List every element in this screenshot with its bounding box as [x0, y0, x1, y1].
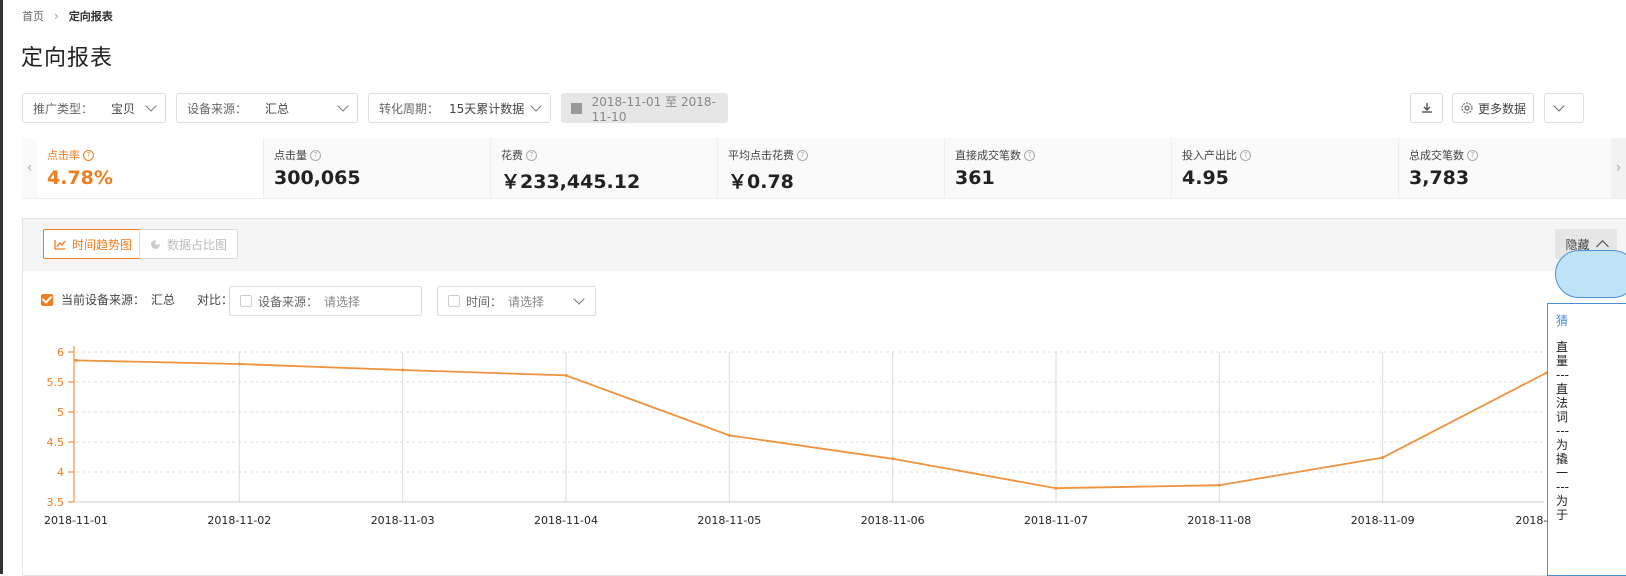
series-point: [1217, 483, 1221, 487]
series-point: [74, 358, 78, 362]
tooltip-line: 一: [1556, 466, 1569, 480]
series-point: [401, 368, 405, 372]
tooltip-line: ---: [1556, 424, 1569, 438]
x-tick-label: 2018-11-01: [44, 514, 108, 527]
x-tick-label: 2018-11-07: [1024, 514, 1088, 527]
tooltip-line: 直: [1556, 382, 1569, 396]
tooltip-line: 为: [1556, 438, 1569, 452]
tooltip-line: ---: [1556, 368, 1569, 382]
tooltip-line: ---: [1556, 480, 1569, 494]
series-point: [727, 433, 731, 437]
assistant-bubble[interactable]: [1555, 250, 1626, 298]
y-tick-label: 5: [57, 406, 64, 419]
series-line: [75, 359, 1547, 490]
ctr-trend-chart: 6 5.5 5 4.5 4 3.5 2018-11-01 2018-11-02 2018-11-…: [44, 346, 1577, 527]
x-tick-label: 2018-11-09: [1351, 514, 1415, 527]
series-point: [1054, 486, 1058, 490]
tooltip-panel: 猜直量 --- 直法词 --- 为撬一 --- 为于: [1547, 303, 1626, 576]
x-tick-label: 2018-11-06: [861, 514, 925, 527]
tooltip-line: 量: [1556, 354, 1569, 368]
tooltip-line: 猜: [1556, 314, 1569, 328]
x-tick-label: 2018-11-08: [1187, 514, 1251, 527]
y-tick-label: 6: [57, 346, 64, 359]
x-tick-label: 2018-11-03: [371, 514, 435, 527]
series-point: [237, 362, 241, 366]
y-tick-label: 4.5: [47, 436, 65, 449]
tooltip-line: 直: [1556, 340, 1569, 354]
tooltip-line: 为: [1556, 494, 1569, 508]
series-point: [891, 457, 895, 461]
tooltip-line: 法: [1556, 396, 1569, 410]
x-tick-label: 2018-11-04: [534, 514, 598, 527]
series-point: [1381, 456, 1385, 460]
y-tick-label: 3.5: [47, 496, 65, 509]
y-tick-label: 5.5: [47, 376, 65, 389]
tooltip-line: 词: [1556, 410, 1569, 424]
series-point: [564, 373, 568, 377]
y-tick-label: 4: [57, 466, 64, 479]
tooltip-line: 撬: [1556, 452, 1569, 466]
tooltip-line: 于: [1556, 508, 1569, 522]
x-tick-label: 2018-11-05: [697, 514, 761, 527]
x-tick-label: 2018-11-02: [207, 514, 271, 527]
